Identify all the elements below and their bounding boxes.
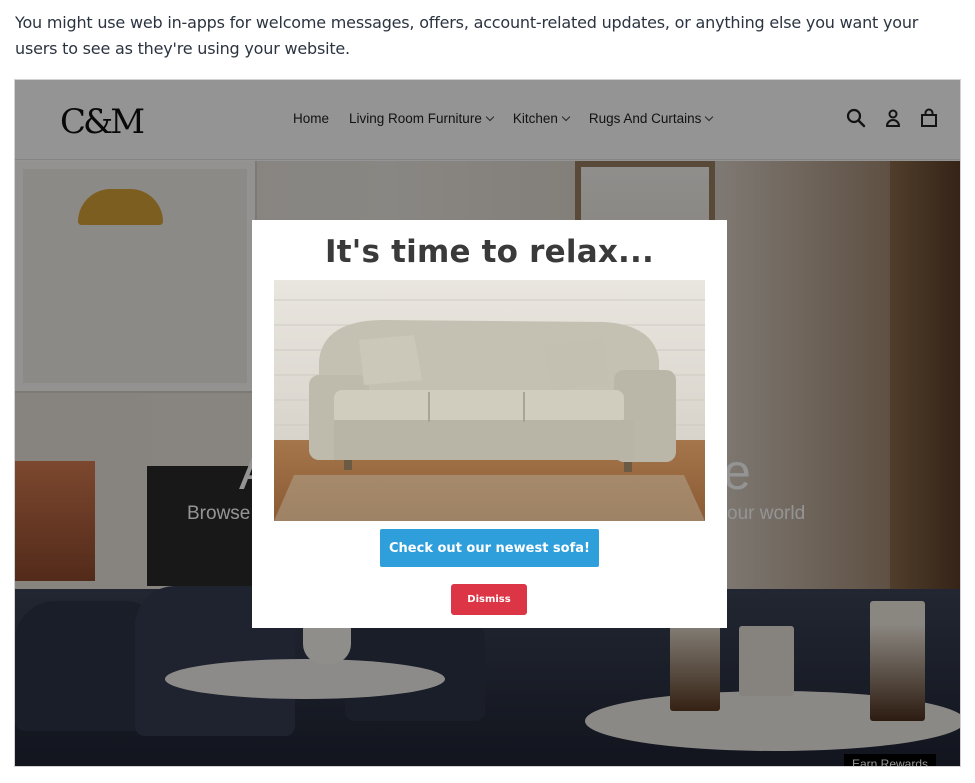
dismiss-button[interactable]: Dismiss bbox=[451, 584, 527, 615]
sofa-image bbox=[274, 280, 705, 521]
modal-title: It's time to relax... bbox=[325, 234, 654, 270]
website-preview: C&M Home Living Room Furniture Kitchen R… bbox=[14, 79, 961, 767]
in-app-modal: It's time to relax... Check out our newe… bbox=[252, 220, 727, 628]
cta-button[interactable]: Check out our newest sofa! bbox=[380, 529, 599, 567]
intro-text: You might use web in-apps for welcome me… bbox=[15, 13, 919, 58]
